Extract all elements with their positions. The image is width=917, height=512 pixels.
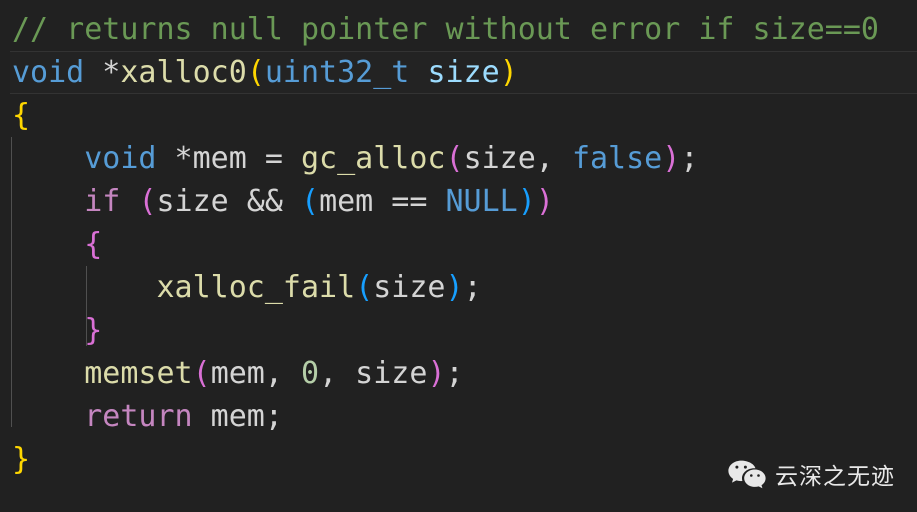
watermark-label: 云深之无迹	[775, 463, 895, 490]
wechat-icon	[728, 460, 766, 494]
wechat-watermark: 云深之无迹	[728, 460, 895, 494]
indent-guide-container	[0, 0, 917, 512]
code-editor: // returns null pointer without error if…	[0, 0, 917, 512]
indent-guide	[86, 266, 87, 346]
indent-guide	[11, 137, 12, 427]
